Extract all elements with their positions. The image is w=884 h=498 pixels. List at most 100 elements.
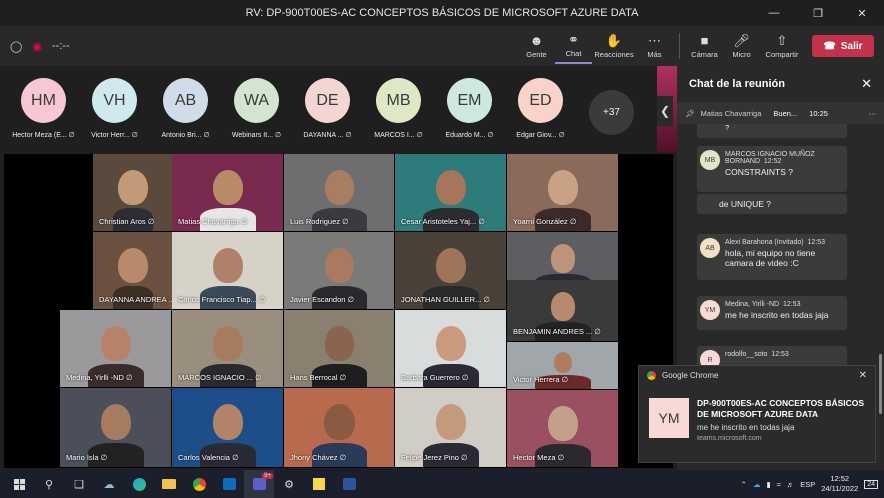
video-tile[interactable]: Matias Chavarriga ∅ <box>172 154 283 231</box>
mic-off-icon: ∅ <box>337 453 347 462</box>
chat-message[interactable]: AB Alexi Barahona (Invitado) 12:53 hola,… <box>697 234 847 280</box>
mic-off-icon: ∅ <box>238 217 248 226</box>
search-icon[interactable]: ⚲ <box>34 470 64 498</box>
avatar: HM <box>21 78 66 123</box>
weather-icon[interactable]: ☁ <box>94 470 124 498</box>
avatar: EM <box>447 78 492 123</box>
participant-face <box>435 404 467 441</box>
toast-site: teams.microsoft.com <box>697 435 762 442</box>
participant-avatar-item[interactable]: ED Edgar Giov... ∅ <box>505 66 576 152</box>
participant-name: Eduardo M... ∅ <box>435 131 505 139</box>
video-tile[interactable]: Luis Rodriguez ∅ <box>284 154 394 231</box>
toast-header: Google Chrome ✕ <box>639 366 875 384</box>
more-button[interactable]: ⋯ Más <box>636 28 673 64</box>
file-explorer-icon[interactable] <box>154 470 184 498</box>
video-tile[interactable]: MARCOS IGNACIO ... ∅ <box>172 310 283 387</box>
video-tile-name: Christian Aros ∅ <box>99 217 154 226</box>
chat-message[interactable]: de UNIQUE ? <box>697 194 847 214</box>
more-participants-button[interactable]: +37 <box>576 66 647 152</box>
video-tile[interactable]: Felipe Jerez Pino ∅ <box>395 388 506 467</box>
chat-button[interactable]: ⚭ Chat <box>555 28 592 64</box>
word-icon[interactable] <box>334 470 364 498</box>
volume-icon[interactable]: ♬ <box>787 480 795 489</box>
video-tile[interactable]: Victor Herrera ∅ <box>507 342 618 389</box>
share-button[interactable]: ⇧ Compartir <box>760 28 804 64</box>
onedrive-icon[interactable]: ☁ <box>753 480 761 489</box>
participant-face <box>548 405 578 442</box>
video-tile[interactable]: DAYANNA ANDREA ... ∅ <box>93 232 172 309</box>
settings-icon[interactable]: ⚙ <box>274 470 304 498</box>
minimize-icon[interactable]: — <box>752 0 796 26</box>
video-tile[interactable]: Carlos Valencia ∅ <box>172 388 283 467</box>
video-tile[interactable]: Christian Aros ∅ <box>93 154 172 231</box>
more-options-icon[interactable]: ⋯ <box>869 109 877 118</box>
participant-avatar-item[interactable]: DE DAYANNA ... ∅ <box>292 66 363 152</box>
video-tile[interactable]: Cesar Aristoteles Yaj... ∅ <box>395 154 506 231</box>
video-tile-name-text: Barbara Guerrero <box>401 373 460 382</box>
mic-off-icon: ∅ <box>273 132 282 139</box>
message-time: 12:52 <box>763 158 782 165</box>
video-tile[interactable]: Hector Meza ∅ <box>507 390 618 467</box>
video-tile[interactable]: Mario Isla ∅ <box>60 388 171 467</box>
video-tile-name: Barbara Guerrero ∅ <box>401 373 468 382</box>
video-tile[interactable]: Carlos Francisco Tiap... ∅ <box>172 232 283 309</box>
video-tile-name: Victor Herrera ∅ <box>513 375 568 384</box>
chevron-up-icon[interactable]: ⌃ <box>741 480 747 489</box>
battery-icon[interactable]: ▮ <box>766 480 770 489</box>
participant-face <box>118 247 148 284</box>
notification-center-icon[interactable]: 24 <box>864 479 878 489</box>
chat-message[interactable]: MB MARCOS IGNACIO MUÑOZ BORNAND 12:52 CO… <box>697 146 847 192</box>
task-view-icon[interactable]: ❑ <box>64 470 94 498</box>
mic-button[interactable]: 🎤︎ Micro <box>723 28 760 64</box>
mic-off-icon: ∅ <box>567 217 577 226</box>
edge-icon[interactable] <box>124 470 154 498</box>
participant-face <box>213 325 243 362</box>
window-controls: — ❐ ✕ <box>752 0 884 26</box>
participant-avatar-item[interactable]: MB MARCOS I... ∅ <box>363 66 434 152</box>
participant-avatar-item[interactable]: EM Eduardo M... ∅ <box>434 66 505 152</box>
reactions-button[interactable]: ✋ Reacciones <box>592 28 636 64</box>
video-tile[interactable]: BENJAMIN ANDRES ... ∅ <box>507 280 618 341</box>
video-tile[interactable]: Medina, Yirlli -ND ∅ <box>60 310 171 387</box>
toast-close-icon[interactable]: ✕ <box>859 370 867 381</box>
notification-toast[interactable]: Google Chrome ✕ YM DP-900T00ES-AC CONCEP… <box>638 365 876 463</box>
video-tile[interactable]: Javier Escandon ∅ <box>284 232 394 309</box>
chrome-taskbar-icon[interactable] <box>184 470 214 498</box>
people-button[interactable]: ☻ Gente <box>518 28 555 64</box>
clock[interactable]: 12:52 24/11/2022 <box>821 474 858 494</box>
participant-avatar-item[interactable]: WA Webinars It... ∅ <box>221 66 292 152</box>
wifi-icon[interactable]: ≈ <box>777 480 781 489</box>
video-tile[interactable]: Hans Berrocal ∅ <box>284 310 394 387</box>
close-window-icon[interactable]: ✕ <box>840 0 884 26</box>
participant-avatar-item[interactable]: AB Antonio Bri... ∅ <box>150 66 221 152</box>
close-icon[interactable]: ✕ <box>861 76 872 92</box>
restore-icon[interactable]: ❐ <box>796 0 840 26</box>
message-meta: MARCOS IGNACIO MUÑOZ BORNAND 12:52 <box>725 151 841 165</box>
video-tile[interactable]: Yoarni González ∅ <box>507 154 618 231</box>
participant-avatar-item[interactable]: VH Victor Herr... ∅ <box>79 66 150 152</box>
outlook-icon[interactable] <box>214 470 244 498</box>
chat-message[interactable]: YM Medina, Yirlli -ND 12:53 me he inscri… <box>697 296 847 330</box>
avatar: VH <box>92 78 137 123</box>
window-title: RV: DP-900T00ES-AC CONCEPTOS BÁSICOS DE … <box>245 7 639 19</box>
leave-button[interactable]: ☎ Salir <box>812 35 874 57</box>
sticky-notes-icon[interactable] <box>304 470 334 498</box>
video-tile-name: Carlos Francisco Tiap... ∅ <box>178 295 265 304</box>
chat-scrollbar[interactable] <box>879 354 882 414</box>
language-indicator[interactable]: ESP <box>800 480 815 489</box>
participant-avatar-item[interactable]: HM Hector Meza (E... ∅ <box>8 66 79 152</box>
video-tile[interactable]: Jhony Chávez ∅ <box>284 388 394 467</box>
video-tile-name: Luis Rodriguez ∅ <box>290 217 349 226</box>
pinned-message[interactable]: 📌︎ Matias Chavarriga Buen... 10:25 ⋯ <box>677 102 884 124</box>
chevron-left-icon[interactable]: ❮ <box>657 96 673 126</box>
system-tray: ⌃ ☁ ▮ ≈ ♬ ESP 12:52 24/11/2022 24 <box>741 470 878 498</box>
toast-title: DP-900T00ES-AC CONCEPTOS BÁSICOS DE MICR… <box>697 398 865 419</box>
participant-name-text: MARCOS I... <box>374 132 415 139</box>
reactions-label: Reacciones <box>594 49 634 59</box>
teams-icon[interactable]: 9+ <box>244 470 274 498</box>
video-tile[interactable]: Barbara Guerrero ∅ <box>395 310 506 387</box>
start-icon[interactable] <box>4 470 34 498</box>
camera-button[interactable]: ■ Cámara <box>686 28 723 64</box>
video-tile[interactable]: JONATHAN GUILLER... ∅ <box>395 232 506 309</box>
message-time: 12:53 <box>807 239 826 246</box>
